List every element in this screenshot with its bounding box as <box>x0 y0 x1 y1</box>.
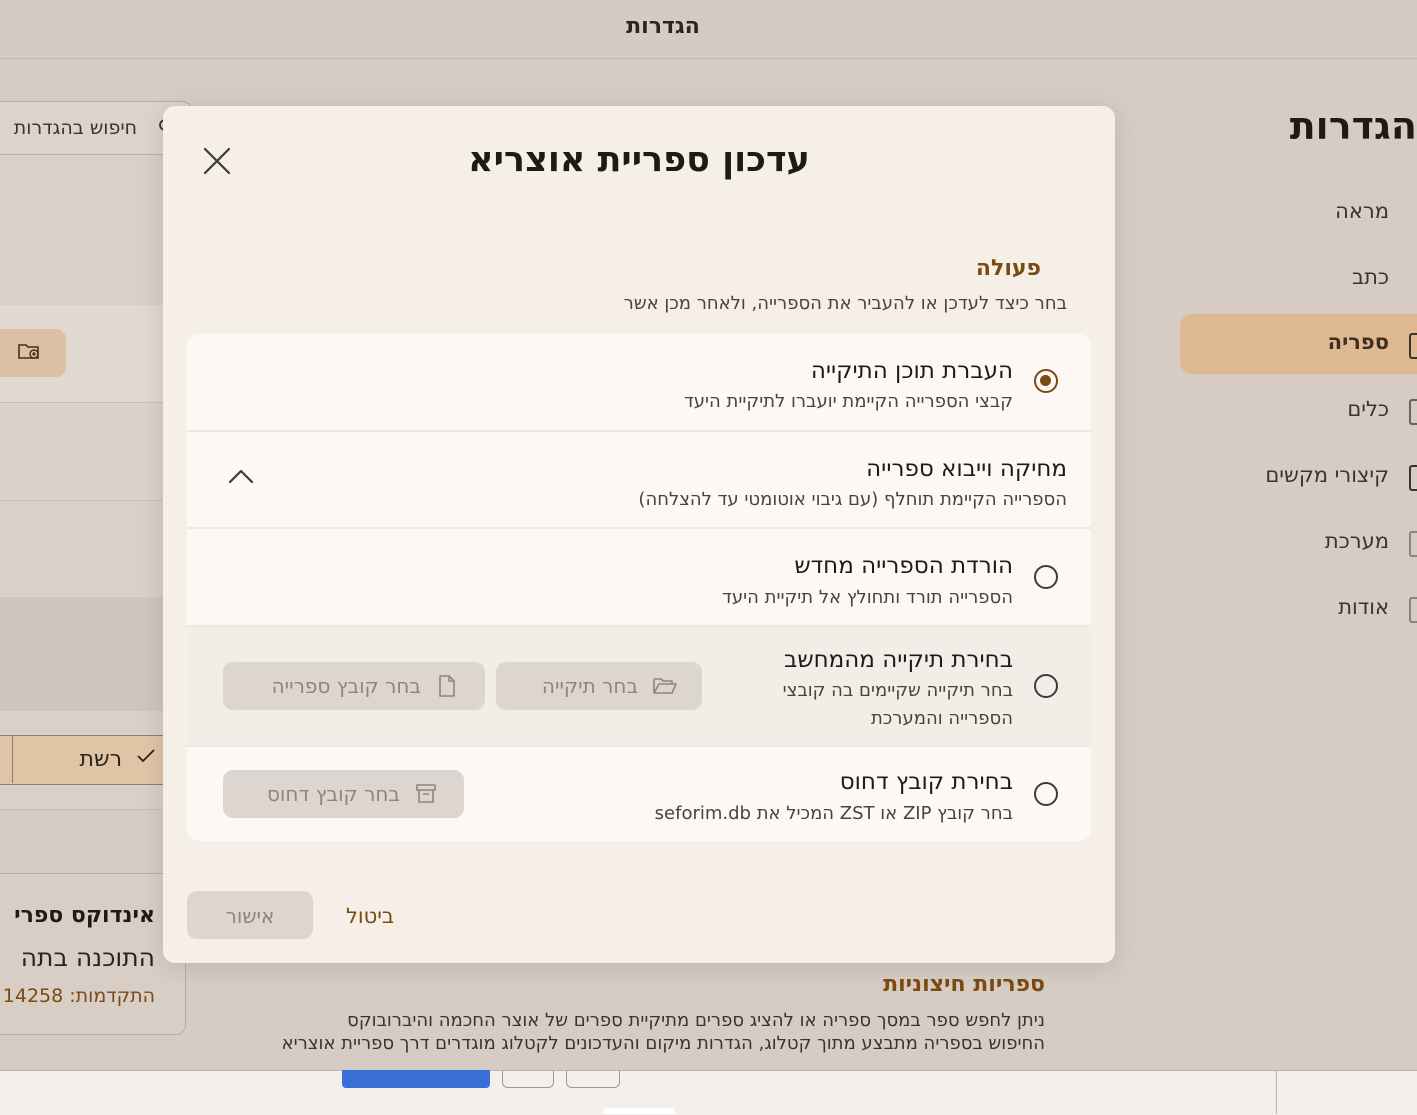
section-title: פעולה <box>975 256 1041 281</box>
button-label: בחר קובץ דחוס <box>266 782 400 806</box>
divider <box>0 809 164 810</box>
sidebar-item-label: ספריה <box>1327 330 1389 354</box>
close-icon[interactable] <box>196 140 238 182</box>
window-title: הגדרות <box>626 14 700 39</box>
radio-choose-archive[interactable] <box>1034 782 1058 806</box>
external-libraries-desc: החיפוש בספריה מתבצע מתוך קטלוג, הגדרות מ… <box>281 1033 1045 1054</box>
dialog-title: עדכון ספריית אוצריא <box>468 140 810 180</box>
bottom-side-panel <box>1276 1070 1417 1114</box>
divider <box>12 735 13 783</box>
folder-open-icon <box>653 678 677 694</box>
icon-button[interactable] <box>502 1070 554 1088</box>
check-icon <box>137 749 155 763</box>
external-libraries-title: ספריות חיצוניות <box>883 972 1045 997</box>
sidebar-item-system[interactable]: מערכת <box>1325 529 1389 553</box>
settings-heading: הגדרות <box>1289 104 1417 148</box>
radio-move-folder[interactable] <box>1034 369 1058 393</box>
indexing-title: אינדוקס ספרי <box>14 903 155 928</box>
divider <box>187 430 1091 432</box>
system-icon <box>1409 531 1417 557</box>
indexing-subtitle: התוכנה בתה <box>20 943 155 972</box>
confirm-label: אישור <box>225 904 275 928</box>
bg-panel <box>0 403 164 500</box>
sidebar-item-tools[interactable]: כלים <box>1347 397 1389 421</box>
bottom-bar <box>0 1070 1417 1115</box>
choose-folder-button[interactable]: בחר תיקייה <box>496 662 702 710</box>
radio-choose-folder[interactable] <box>1034 674 1058 698</box>
option-description: הספרייה הקיימת תוחלף (עם גיבוי אוטומטי ע… <box>638 489 1067 510</box>
library-icon <box>1409 333 1417 359</box>
choose-library-file-button[interactable]: בחר קובץ ספרייה <box>223 662 485 710</box>
option-title: מחיקה וייבוא ספרייה <box>866 456 1067 482</box>
indexing-progress: התקדמות: 14258 <box>2 985 155 1007</box>
option-description: בחר תיקייה שקיימים בה קובצי <box>782 680 1013 701</box>
archive-icon <box>416 784 436 803</box>
radio-redownload[interactable] <box>1034 565 1058 589</box>
primary-button[interactable] <box>342 1070 490 1088</box>
external-libraries-desc: ניתן לחפש ספר במסך ספריה או להציג ספרים … <box>347 1010 1045 1031</box>
section-subtitle: בחר כיצד לעדכן או להעביר את הספרייה, ולא… <box>623 293 1067 314</box>
option-title: הורדת הספרייה מחדש <box>794 553 1013 579</box>
bg-panel <box>0 597 164 711</box>
scroll-indicator <box>603 1108 675 1114</box>
button-label: בחר קובץ ספרייה <box>271 674 421 698</box>
info-icon <box>1409 597 1417 623</box>
sidebar-item-appearance[interactable]: מראה <box>1335 199 1389 223</box>
divider <box>187 745 1091 747</box>
option-description: הספרייה והמערכת <box>870 708 1013 729</box>
option-title: בחירת תיקייה מהמחשב <box>784 647 1013 673</box>
file-icon <box>439 675 455 697</box>
sidebar-item-shortcuts[interactable]: קיצורי מקשים <box>1265 463 1389 487</box>
divider <box>187 625 1091 627</box>
option-description: קבצי הספרייה הקיימת יועברו לתיקיית היעד <box>683 391 1013 412</box>
choose-archive-button[interactable]: בחר קובץ דחוס <box>223 770 464 818</box>
option-description: בחר קובץ ZIP או ZST המכיל את seforim.db <box>654 803 1013 824</box>
option-title: בחירת קובץ דחוס <box>839 769 1013 795</box>
option-title: העברת תוכן התיקייה <box>810 358 1013 384</box>
folder-add-icon <box>18 344 39 359</box>
button-label: בחר תיקייה <box>541 674 638 698</box>
network-label: רשת <box>79 747 122 772</box>
sidebar-item-about[interactable]: אודות <box>1338 595 1389 619</box>
keyboard-icon <box>1409 465 1417 491</box>
bg-panel <box>0 501 164 597</box>
divider <box>187 527 1091 529</box>
option-description: הספרייה תורד ותחולץ אל תיקיית היעד <box>722 587 1013 608</box>
icon-button[interactable] <box>566 1070 620 1088</box>
chevron-up-icon[interactable] <box>227 466 255 486</box>
sidebar-item-font[interactable]: כתב <box>1352 265 1389 289</box>
tools-icon <box>1409 399 1417 425</box>
cancel-label: ביטול <box>345 904 395 928</box>
bg-panel <box>0 155 164 305</box>
settings-search-placeholder: חיפוש בהגדרות <box>13 117 137 139</box>
